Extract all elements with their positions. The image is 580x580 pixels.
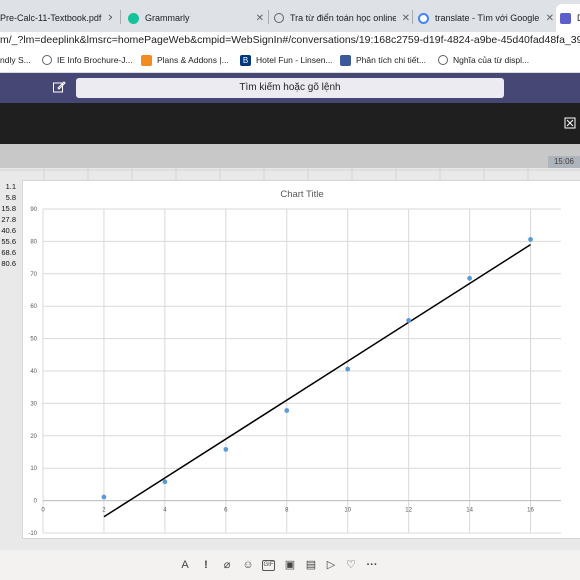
data-point [162, 479, 168, 485]
tab-label: Pre-Calc-11-Textbook.pdf [0, 13, 102, 23]
bookmark-label: Phân tích chi tiết... [356, 55, 426, 65]
attach-icon[interactable]: ⌀ [220, 558, 234, 572]
bookmark-item[interactable]: Nghĩa của từ displ... [438, 48, 529, 72]
y-tick-label: 10 [30, 466, 37, 472]
bookmark-label: ndly S... [0, 55, 31, 65]
bookmarks-bar: ndly S... IE Info Brochure-J... Plans & … [0, 48, 580, 73]
globe-icon [42, 55, 52, 65]
chart-canvas: Chart Title -10 0 10 20 30 40 50 60 70 80 90 0 2 4 6 8 10… [28, 189, 561, 537]
sticker-icon[interactable]: ▣ [283, 558, 297, 572]
format-icon[interactable]: A [178, 558, 192, 572]
cell-value: 15.8 [1, 204, 16, 213]
y-tick-label: 20 [30, 434, 37, 440]
data-point [528, 237, 533, 242]
y-tick-label: -10 [28, 531, 37, 537]
cell-value: 68.6 [1, 248, 16, 257]
y-tick-label: 90 [30, 207, 37, 213]
tab-grammarly[interactable]: Grammarly ✕ [128, 4, 264, 32]
tab-label: Grammarly [145, 13, 190, 23]
y-tick-label: 50 [30, 337, 37, 343]
gif-icon[interactable]: GIF [262, 560, 275, 571]
stream-icon[interactable]: ▷ [324, 558, 338, 572]
cell-value: 80.6 [1, 259, 16, 268]
emoji-icon[interactable]: ☺ [241, 558, 255, 572]
url-text: m/_?lm=deeplink&lmsrc=homePageWeb&cmpid=… [0, 34, 580, 46]
bookmark-label: Hotel Fun - Linsen... [256, 55, 333, 65]
chart-title: Chart Title [280, 189, 323, 200]
bookmark-item[interactable]: Phân tích chi tiết... [340, 48, 426, 72]
x-tick-label: 0 [41, 508, 45, 514]
meet-icon[interactable]: ▤ [304, 558, 318, 572]
close-icon[interactable]: ✕ [546, 13, 554, 24]
plans-icon [141, 54, 152, 66]
tab-pdf[interactable]: Pre-Calc-11-Textbook.pdf ✕ [0, 4, 112, 32]
booking-icon: B [240, 54, 251, 66]
teams-icon [560, 12, 571, 24]
bookmark-item[interactable]: Plans & Addons |... [141, 48, 229, 72]
y-tick-label: 40 [30, 369, 37, 375]
globe-icon [438, 55, 448, 65]
tab-label: Tra từ điển toán học online - [290, 13, 396, 23]
compose-icon[interactable] [52, 80, 66, 94]
scatter-chart[interactable]: Chart Title -10 0 10 20 30 40 50 60 70 80 90 0 2 4 6 8 10… [22, 180, 580, 539]
bookmark-item[interactable]: B Hotel Fun - Linsen... [240, 48, 333, 72]
x-tick-label: 16 [527, 508, 534, 514]
x-tick-label: 2 [102, 508, 106, 514]
bookmark-label: Nghĩa của từ displ... [453, 55, 530, 65]
data-point [223, 447, 229, 452]
tab-label: translate - Tìm với Google [435, 13, 540, 23]
cell-value: 55.6 [1, 237, 16, 246]
tab-dictionary[interactable]: Tra từ điển toán học online - ✕ [274, 4, 410, 32]
data-point [406, 318, 412, 323]
close-icon[interactable]: ✕ [107, 13, 112, 24]
x-tick-label: 4 [163, 508, 167, 514]
globe-icon [274, 13, 284, 23]
y-tick-label: 60 [30, 304, 37, 310]
x-tick-label: 10 [344, 508, 351, 514]
data-point [101, 494, 107, 500]
search-placeholder: Tìm kiếm hoặc gõ lệnh [239, 82, 341, 93]
cell-value: 40.6 [1, 226, 16, 235]
important-icon[interactable]: ! [199, 558, 213, 572]
x-tick-label: 14 [466, 508, 473, 514]
bookmark-item[interactable]: IE Info Brochure-J... [42, 48, 133, 72]
data-point [284, 408, 290, 413]
bookmark-label: Plans & Addons |... [157, 55, 229, 65]
address-bar[interactable]: m/_?lm=deeplink&lmsrc=homePageWeb&cmpid=… [0, 32, 580, 48]
bookmark-label: IE Info Brochure-J... [57, 55, 133, 65]
x-tick-label: 6 [224, 508, 228, 514]
close-icon[interactable]: ✕ [402, 13, 410, 24]
y-tick-label: 30 [30, 401, 37, 407]
search-input[interactable]: Tìm kiếm hoặc gõ lệnh [76, 78, 504, 98]
browser-tab-bar: Pre-Calc-11-Textbook.pdf ✕ Grammarly ✕ T… [0, 0, 580, 32]
grid-icon [340, 54, 351, 66]
cell-value: 27.8 [1, 215, 16, 224]
x-tick-label: 8 [285, 508, 289, 514]
praise-icon[interactable]: ♡ [344, 558, 358, 572]
google-icon [418, 12, 429, 24]
close-icon[interactable]: ✕ [256, 13, 264, 24]
image-viewer-header [0, 103, 580, 144]
trendline [103, 244, 531, 518]
cell-value: 1.1 [5, 182, 16, 191]
y-tick-label: 80 [30, 239, 37, 245]
bookmark-item[interactable]: ndly S... [0, 48, 31, 72]
message-strip [0, 144, 580, 168]
expand-icon[interactable] [564, 117, 576, 129]
grammarly-icon [128, 12, 139, 24]
data-point [345, 366, 351, 372]
x-tick-label: 12 [405, 508, 412, 514]
y-tick-label: 0 [34, 499, 38, 505]
tab-google-translate[interactable]: translate - Tìm với Google ✕ [418, 4, 554, 32]
more-options-icon[interactable]: ··· [365, 558, 379, 572]
timestamp: 15:06 [548, 156, 580, 168]
tab-teams-active[interactable]: D [556, 4, 580, 32]
cell-value: 5.8 [5, 193, 16, 202]
y-tick-label: 70 [30, 272, 37, 278]
data-point [467, 275, 472, 281]
